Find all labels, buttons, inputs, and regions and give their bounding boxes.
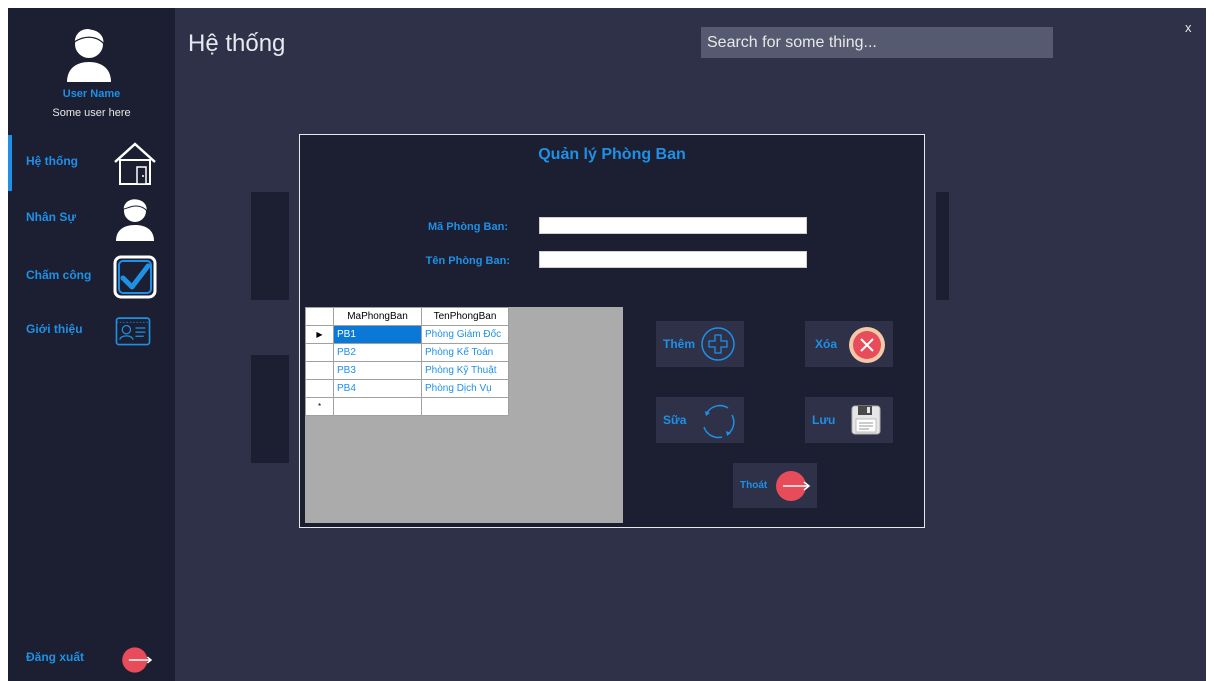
search-input[interactable] (701, 27, 1053, 58)
sidebar-item-label: Nhân Sự (26, 210, 77, 224)
row-header-corner (305, 307, 334, 326)
floppy-disk-icon (851, 405, 881, 435)
grid-table: MaPhongBan TenPhongBan ▶ PB1 Phòng Giám … (305, 307, 509, 416)
sidebar-item-gioi-thieu[interactable]: Giới thiệu (8, 306, 175, 356)
current-row-marker[interactable]: ▶ (305, 325, 334, 344)
edit-button[interactable]: Sữa (656, 397, 744, 443)
sidebar-item-label: Chấm công (26, 268, 92, 282)
grid-cell[interactable]: PB4 (333, 379, 422, 398)
plus-circle-icon (701, 327, 735, 361)
grid-header-row: MaPhongBan TenPhongBan (305, 307, 509, 326)
home-icon (114, 142, 156, 185)
sidebar-item-label: Hệ thống (26, 154, 78, 168)
app-window: User Name Some user here Hệ thống Nhân S… (8, 8, 1206, 681)
grid-cell[interactable]: Phòng Kế Toán (421, 343, 509, 362)
row-header[interactable] (305, 361, 334, 380)
grid-cell[interactable]: Phòng Giám Đốc (421, 325, 509, 344)
column-header[interactable]: TenPhongBan (421, 307, 509, 326)
exit-icon (776, 471, 811, 501)
user-name: User Name (62, 88, 121, 100)
row-header[interactable] (305, 343, 334, 362)
add-button[interactable]: Thêm (656, 321, 744, 367)
exit-button-label: Thoát (740, 480, 768, 491)
column-header[interactable]: MaPhongBan (333, 307, 422, 326)
dialog-title: Quản lý Phòng Ban (538, 146, 686, 163)
page-title: Hệ thống (188, 30, 286, 57)
delete-button[interactable]: Xóa (805, 321, 893, 367)
delete-circle-icon (849, 327, 885, 363)
save-button[interactable]: Lưu (805, 397, 893, 443)
grid-cell[interactable] (421, 397, 509, 416)
table-row[interactable]: ▶ PB1 Phòng Giám Đốc (305, 325, 509, 344)
delete-button-label: Xóa (815, 337, 838, 351)
background-panel (936, 192, 949, 300)
checkbox-icon (113, 255, 157, 299)
row-header[interactable] (305, 379, 334, 398)
save-button-label: Lưu (812, 413, 836, 427)
sidebar-item-he-thong[interactable]: Hệ thống (8, 138, 175, 188)
user-subtitle: Some user here (52, 107, 131, 119)
refresh-icon (703, 404, 735, 439)
background-panel (251, 355, 289, 463)
exit-button[interactable]: Thoát (733, 463, 817, 508)
grid-cell[interactable]: PB1 (333, 325, 422, 344)
user-avatar-icon (67, 27, 111, 82)
grid-cell[interactable] (333, 397, 422, 416)
edit-button-label: Sữa (663, 413, 687, 427)
sidebar-item-cham-cong[interactable]: Chấm công (8, 252, 175, 302)
phong-ban-dialog: Quản lý Phòng Ban Mã Phòng Ban: Tên Phòn… (299, 134, 925, 528)
ma-phong-ban-label: Mã Phòng Ban: (427, 221, 508, 233)
table-row[interactable]: PB3 Phòng Kỹ Thuật (305, 361, 509, 380)
logout-label: Đăng xuất (26, 650, 85, 664)
phong-ban-grid[interactable]: MaPhongBan TenPhongBan ▶ PB1 Phòng Giám … (305, 307, 623, 523)
grid-cell[interactable]: PB2 (333, 343, 422, 362)
sidebar-item-label: Giới thiệu (26, 322, 83, 336)
ten-phong-ban-label: Tên Phòng Ban: (425, 255, 510, 267)
sidebar-item-nhan-su[interactable]: Nhân Sự (8, 194, 175, 244)
ten-phong-ban-input[interactable] (539, 251, 807, 268)
logout-button[interactable]: Đăng xuất (8, 634, 175, 681)
grid-cell[interactable]: Phòng Dịch Vụ (421, 379, 509, 398)
background-panel (251, 192, 289, 300)
grid-cell[interactable]: PB3 (333, 361, 422, 380)
sidebar: User Name Some user here Hệ thống Nhân S… (8, 8, 175, 681)
add-button-label: Thêm (663, 337, 696, 351)
table-row[interactable]: PB2 Phòng Kế Toán (305, 343, 509, 362)
new-row[interactable]: * (305, 397, 509, 416)
grid-cell[interactable]: Phòng Kỹ Thuật (421, 361, 509, 380)
ma-phong-ban-input[interactable] (539, 217, 807, 234)
table-row[interactable]: PB4 Phòng Dịch Vụ (305, 379, 509, 398)
new-row-marker[interactable]: * (305, 397, 334, 416)
id-card-icon (115, 317, 151, 346)
person-icon (116, 198, 154, 241)
logout-icon (122, 647, 153, 673)
close-button[interactable]: x (1185, 20, 1192, 35)
